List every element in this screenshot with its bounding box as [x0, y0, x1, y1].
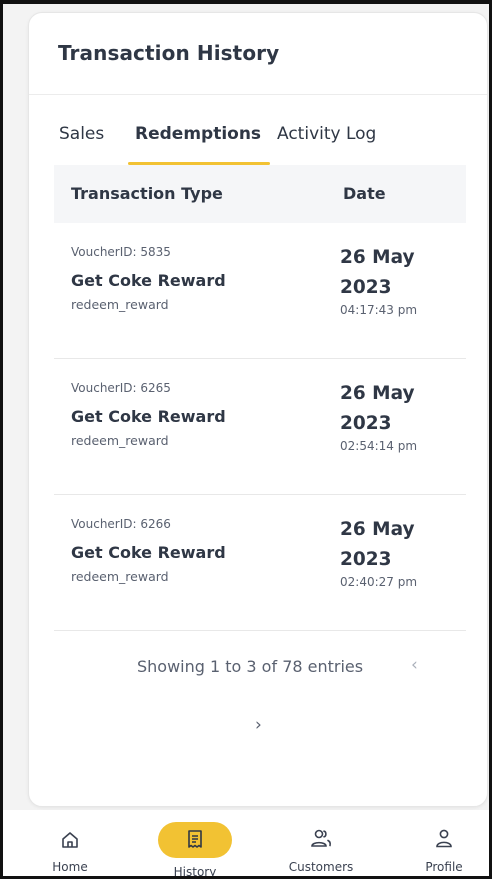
nav-history[interactable]: History	[145, 810, 245, 879]
transaction-name: Get Coke Reward	[71, 543, 226, 562]
tab-redemptions[interactable]: Redemptions	[135, 124, 261, 144]
voucher-id: VoucherID: 6266	[71, 517, 171, 531]
column-header-date: Date	[343, 184, 386, 203]
nav-label-home: Home	[52, 860, 88, 874]
transaction-date: 26 May 2023	[340, 247, 415, 298]
page-title: Transaction History	[58, 41, 280, 65]
tab-bar: Sales Redemptions Activity Log	[29, 95, 487, 168]
tab-activity-log[interactable]: Activity Log	[277, 124, 376, 144]
transaction-history-card: Transaction History Sales Redemptions Ac…	[28, 12, 488, 807]
profile-icon	[434, 828, 454, 854]
table-row[interactable]: VoucherID: 6266 Get Coke Reward redeem_r…	[54, 495, 466, 631]
transaction-date: 26 May 2023	[340, 383, 415, 434]
tab-sales[interactable]: Sales	[59, 124, 104, 144]
transaction-time: 02:54:14 pm	[340, 439, 418, 453]
transaction-key: redeem_reward	[71, 569, 169, 584]
next-page-button[interactable]: ›	[255, 715, 262, 735]
transaction-name: Get Coke Reward	[71, 271, 226, 290]
home-icon	[60, 830, 80, 854]
nav-label-customers: Customers	[288, 860, 354, 874]
customers-icon	[309, 828, 333, 854]
transaction-time: 02:40:27 pm	[340, 575, 418, 589]
previous-page-button[interactable]: ‹	[411, 655, 418, 675]
transaction-time: 04:17:43 pm	[340, 303, 418, 317]
voucher-id: VoucherID: 5835	[71, 245, 171, 259]
nav-profile[interactable]: Profile	[394, 810, 489, 876]
nav-label-profile: Profile	[425, 860, 463, 874]
pagination-summary: Showing 1 to 3 of 78 entries	[137, 657, 364, 676]
nav-customers[interactable]: Customers	[271, 810, 371, 876]
table-row[interactable]: VoucherID: 6265 Get Coke Reward redeem_r…	[54, 359, 466, 495]
card-header: Transaction History	[29, 13, 487, 95]
table-row[interactable]: VoucherID: 5835 Get Coke Reward redeem_r…	[54, 223, 466, 359]
table-header: Transaction Type Date	[54, 165, 466, 223]
column-header-transaction-type: Transaction Type	[71, 184, 223, 203]
app-frame: Transaction History Sales Redemptions Ac…	[0, 0, 492, 879]
transaction-date: 26 May 2023	[340, 519, 415, 570]
transaction-key: redeem_reward	[71, 433, 169, 448]
transaction-name: Get Coke Reward	[71, 407, 226, 426]
nav-label-history: History	[173, 865, 217, 879]
voucher-id: VoucherID: 6265	[71, 381, 171, 395]
transaction-key: redeem_reward	[71, 297, 169, 312]
nav-home[interactable]: Home	[20, 810, 120, 876]
bottom-navigation: Home History Customers Profile	[3, 810, 489, 879]
receipt-icon	[184, 828, 206, 854]
